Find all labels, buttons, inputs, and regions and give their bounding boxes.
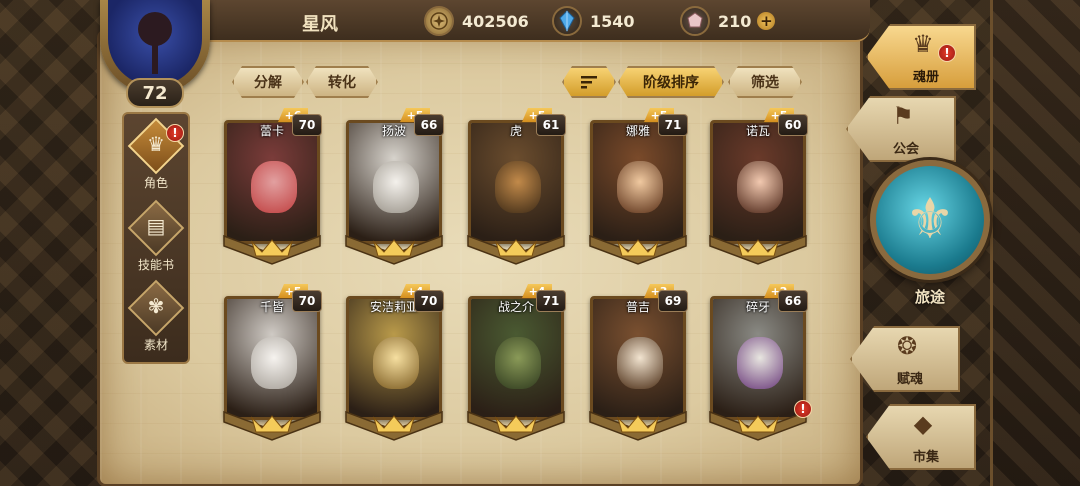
- hero-level: 66: [414, 114, 444, 136]
- hero-card[interactable]: +5 71 娜雅: [588, 108, 688, 265]
- sort-toggle-button[interactable]: [562, 66, 616, 98]
- nav-character-label: 角色: [143, 176, 168, 190]
- decompose-button[interactable]: 分解: [232, 66, 304, 98]
- nav-material[interactable]: ✾ 素材: [124, 279, 188, 356]
- soulbook-icon: ♛: [912, 30, 934, 58]
- rank-chevron-icon: [709, 410, 807, 441]
- nav-skillbook-label: 技能书: [137, 258, 174, 272]
- hero-level: 71: [536, 290, 566, 312]
- hero-level: 71: [658, 114, 688, 136]
- right-wood-pillar: [990, 0, 1080, 486]
- rank-chevron-icon: [709, 234, 807, 265]
- hero-level: 61: [536, 114, 566, 136]
- hero-card[interactable]: +5 66 扬波: [344, 108, 444, 265]
- hero-level: 70: [292, 290, 322, 312]
- nav-soulbook[interactable]: ♛ 魂册 !: [866, 24, 976, 90]
- rank-chevron-icon: [345, 234, 443, 265]
- filter-button[interactable]: 筛选: [728, 66, 802, 98]
- rank-chevron-icon: [223, 410, 321, 441]
- nav-guild[interactable]: ⚑ 公会: [846, 96, 956, 162]
- player-name: 星风: [302, 14, 338, 35]
- player-level-badge: 72: [126, 78, 184, 108]
- hero-card[interactable]: +6 70 蕾卡: [222, 108, 322, 265]
- material-icon: ✾: [147, 294, 165, 318]
- hero-level: 70: [414, 290, 444, 312]
- guild-icon: ⚑: [892, 102, 914, 130]
- nav-character[interactable]: ♛ 角色 !: [124, 117, 188, 194]
- nav-guild-label: 公会: [892, 142, 919, 157]
- convert-button[interactable]: 转化: [306, 66, 378, 98]
- hero-level: 66: [778, 290, 808, 312]
- nav-skillbook[interactable]: ▤ 技能书: [124, 199, 188, 276]
- gem-resource: 1540: [552, 6, 635, 36]
- journey-label: 旅途: [914, 288, 945, 306]
- rank-chevron-icon: [589, 410, 687, 441]
- nav-market-label: 市集: [912, 450, 939, 465]
- rank-chevron-icon: [467, 410, 565, 441]
- crystal-resource: 210 +: [680, 6, 776, 36]
- rank-chevron-icon: [345, 410, 443, 441]
- alert-icon: !: [938, 44, 956, 62]
- alert-icon: !: [166, 124, 184, 142]
- blue-gem-icon: [552, 6, 582, 36]
- rank-chevron-icon: [467, 234, 565, 265]
- hero-card[interactable]: +2 66 碎牙 !: [708, 284, 812, 441]
- gem-amount: 1540: [590, 11, 635, 31]
- hero-level: 70: [292, 114, 322, 136]
- hero-card[interactable]: +5 61 虎: [466, 108, 566, 265]
- hero-card[interactable]: +4 71 战之介: [466, 284, 566, 441]
- gold-coin-icon: [424, 6, 454, 36]
- crystal-amount: 210: [718, 11, 752, 31]
- journey-emblem-icon: ⚜: [904, 187, 956, 252]
- nav-soulbook-label: 魂册: [912, 70, 939, 85]
- sort-by-tier-button[interactable]: 阶级排序: [618, 66, 724, 98]
- skillbook-icon: ▤: [146, 214, 166, 238]
- gold-amount: 402506: [462, 11, 529, 31]
- nav-fusion-label: 赋魂: [896, 372, 923, 387]
- market-icon: ◆: [913, 410, 933, 438]
- gold-resource: 402506: [424, 6, 529, 36]
- hero-card[interactable]: +5 70 千皆: [222, 284, 322, 441]
- nav-material-label: 素材: [143, 338, 168, 352]
- rank-chevron-icon: [223, 234, 321, 265]
- rank-chevron-icon: [589, 234, 687, 265]
- journey-button[interactable]: ⚜ 旅途: [868, 160, 992, 310]
- hero-card[interactable]: +4 70 安洁莉亚: [344, 284, 444, 441]
- hero-level: 60: [778, 114, 808, 136]
- left-category-nav: ♛ 角色 ! ▤ 技能书 ✾ 素材: [122, 112, 190, 364]
- sort-icon: [579, 74, 599, 90]
- nav-market[interactable]: ◆ 市集: [866, 404, 976, 470]
- fusion-icon: ❂: [896, 332, 918, 360]
- pink-crystal-icon: [680, 6, 710, 36]
- hero-card[interactable]: +5 60 诺瓦: [708, 108, 808, 265]
- player-avatar[interactable]: 72: [92, 0, 220, 112]
- alert-icon: !: [794, 400, 812, 418]
- hero-level: 69: [658, 290, 688, 312]
- nav-fusion[interactable]: ❂ 赋魂: [850, 326, 960, 392]
- add-crystal-button[interactable]: +: [757, 12, 776, 30]
- hero-card[interactable]: +3 69 普吉: [588, 284, 688, 441]
